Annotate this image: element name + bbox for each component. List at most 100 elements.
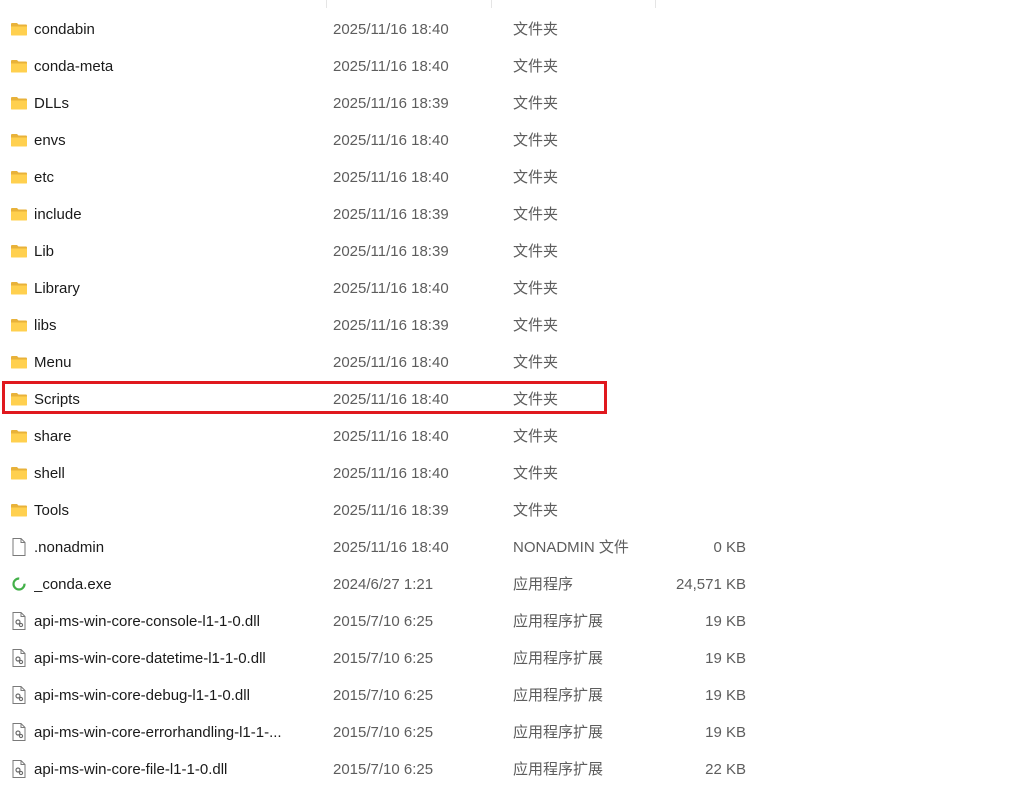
file-name: Tools [34,502,70,519]
file-date-modified: 2015/7/10 6:25 [333,724,434,741]
file-size [646,122,746,159]
file-list-pane: condabin 2025/11/16 18:40 文件夹 conda-meta 202… [0,0,1031,793]
file-type: NONADMIN 文件 [513,539,629,556]
file-icon [10,538,28,556]
file-size: 19 KB [705,613,746,630]
file-name: .nonadmin [34,539,105,556]
file-date-modified: 2015/7/10 6:25 [333,613,434,630]
file-row-conda-exe[interactable]: _conda.exe 2024/6/27 1:21 应用程序 24,571 KB [0,566,760,603]
file-date-modified: 2025/11/16 18:39 [333,317,449,334]
folder-icon [10,465,28,481]
file-row-include[interactable]: include 2025/11/16 18:39 文件夹 [0,196,760,233]
column-separator[interactable] [655,0,656,8]
dll-icon [10,612,28,630]
file-row-share[interactable]: share 2025/11/16 18:40 文件夹 [0,418,760,455]
file-type: 文件夹 [513,502,559,519]
file-type: 文件夹 [513,354,559,371]
file-size: 22 KB [705,761,746,778]
file-name: DLLs [34,95,70,112]
file-size: 19 KB [705,724,746,741]
dll-icon [10,723,28,741]
file-size [646,418,746,455]
file-row-tools[interactable]: Tools 2025/11/16 18:39 文件夹 [0,492,760,529]
file-date-modified: 2025/11/16 18:40 [333,465,449,482]
file-date-modified: 2025/11/16 18:40 [333,280,449,297]
file-row-menu[interactable]: Menu 2025/11/16 18:40 文件夹 [0,344,760,381]
folder-icon [10,280,28,296]
file-row-conda-meta[interactable]: conda-meta 2025/11/16 18:40 文件夹 [0,48,760,85]
file-date-modified: 2025/11/16 18:39 [333,95,449,112]
file-type: 文件夹 [513,206,559,223]
file-type: 应用程序 [513,576,574,593]
file-date-modified: 2025/11/16 18:40 [333,428,449,445]
file-date-modified: 2025/11/16 18:40 [333,169,449,186]
file-size [646,11,746,48]
folder-icon [10,243,28,259]
file-type: 文件夹 [513,169,559,186]
file-name: api-ms-win-core-debug-l1-1-0.dll [34,687,250,704]
file-row-dlls[interactable]: DLLs 2025/11/16 18:39 文件夹 [0,85,760,122]
file-type: 应用程序扩展 [513,650,604,667]
file-type: 文件夹 [513,95,559,112]
file-type: 文件夹 [513,317,559,334]
file-type: 文件夹 [513,21,559,38]
file-name: etc [34,169,55,186]
file-size [646,270,746,307]
file-name: conda-meta [34,58,114,75]
file-row-api-ms-win-core-file-l1-1-0-dll[interactable]: api-ms-win-core-file-l1-1-0.dll 2015/7/10… [0,751,760,788]
file-type: 应用程序扩展 [513,687,604,704]
file-date-modified: 2025/11/16 18:39 [333,502,449,519]
file-row-nonadmin[interactable]: .nonadmin 2025/11/16 18:40 NONADMIN 文件 0 KB [0,529,760,566]
file-row-envs[interactable]: envs 2025/11/16 18:40 文件夹 [0,122,760,159]
file-type: 文件夹 [513,243,559,260]
file-type: 文件夹 [513,465,559,482]
file-row-library[interactable]: Library 2025/11/16 18:40 文件夹 [0,270,760,307]
file-row-api-ms-win-core-errorhandling-l1-1[interactable]: api-ms-win-core-errorhandling-l1-1-... 20… [0,714,760,751]
folder-icon [10,502,28,518]
file-row-etc[interactable]: etc 2025/11/16 18:40 文件夹 [0,159,760,196]
file-size: 19 KB [705,687,746,704]
folder-icon [10,132,28,148]
file-size [646,492,746,529]
file-date-modified: 2015/7/10 6:25 [333,761,434,778]
file-size [646,344,746,381]
folder-icon [10,317,28,333]
file-row-api-ms-win-core-datetime-l1-1-0-dll[interactable]: api-ms-win-core-datetime-l1-1-0.dll 2015/… [0,640,760,677]
file-date-modified: 2025/11/16 18:40 [333,58,449,75]
file-row-api-ms-win-core-debug-l1-1-0-dll[interactable]: api-ms-win-core-debug-l1-1-0.dll 2015/7/1… [0,677,760,714]
file-date-modified: 2025/11/16 18:39 [333,243,449,260]
file-row-api-ms-win-core-console-l1-1-0-dll[interactable]: api-ms-win-core-console-l1-1-0.dll 2015/7… [0,603,760,640]
dll-icon [10,686,28,704]
file-size [646,307,746,344]
file-type: 应用程序扩展 [513,613,604,630]
file-date-modified: 2015/7/10 6:25 [333,687,434,704]
column-separator[interactable] [326,0,327,8]
file-size [646,455,746,492]
file-type: 应用程序扩展 [513,724,604,741]
column-separator[interactable] [491,0,492,8]
folder-icon [10,169,28,185]
file-name: envs [34,132,66,149]
file-name: Lib [34,243,55,260]
file-row-condabin[interactable]: condabin 2025/11/16 18:40 文件夹 [0,11,760,48]
file-date-modified: 2025/11/16 18:40 [333,21,449,38]
file-name: _conda.exe [34,576,112,593]
file-row-shell[interactable]: shell 2025/11/16 18:40 文件夹 [0,455,760,492]
file-size: 0 KB [713,539,746,556]
file-size: 24,571 KB [675,576,746,593]
file-row-lib[interactable]: Lib 2025/11/16 18:39 文件夹 [0,233,760,270]
file-name: condabin [34,21,95,38]
file-size [646,233,746,270]
file-name: Menu [34,354,72,371]
file-date-modified: 2015/7/10 6:25 [333,650,434,667]
file-type: 文件夹 [513,280,559,297]
file-type: 文件夹 [513,132,559,149]
file-size [646,48,746,85]
file-row-libs[interactable]: libs 2025/11/16 18:39 文件夹 [0,307,760,344]
file-name: api-ms-win-core-errorhandling-l1-1-... [34,724,282,741]
file-size [646,196,746,233]
file-date-modified: 2025/11/16 18:40 [333,354,449,371]
exe-icon [10,575,28,591]
folder-icon [10,58,28,74]
file-size [646,159,746,196]
